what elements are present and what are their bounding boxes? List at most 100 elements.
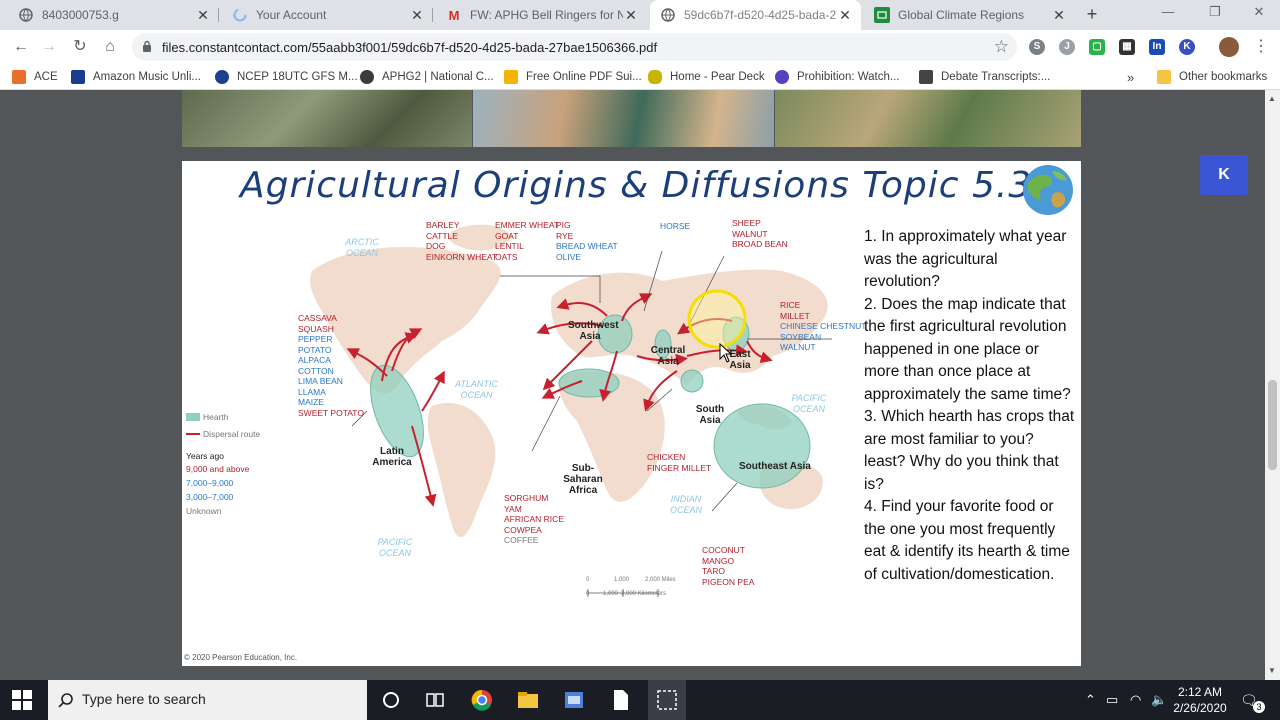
scroll-down-icon[interactable]: ▼: [1268, 666, 1276, 675]
gmail-icon: M: [448, 7, 460, 23]
bookmark-pear-deck[interactable]: Home - Pear Deck: [648, 69, 765, 85]
bookmark-pdf[interactable]: Free Online PDF Sui...: [504, 69, 642, 85]
home-icon[interactable]: ⌂: [101, 38, 119, 56]
windows-start-icon[interactable]: [12, 690, 32, 710]
scrollbar[interactable]: ▲ ▼: [1265, 90, 1280, 680]
document-icon[interactable]: [608, 688, 632, 712]
forward-icon[interactable]: →: [40, 38, 58, 56]
taskbar-search[interactable]: Type here to search: [48, 680, 367, 720]
scale-label: 0: [586, 591, 590, 597]
bookmark-star-icon[interactable]: ☆: [994, 37, 1009, 57]
bookmark-amazon-music[interactable]: Amazon Music Unli...: [71, 69, 201, 85]
back-icon[interactable]: ←: [12, 38, 30, 56]
reload-icon[interactable]: ↻: [71, 38, 89, 56]
chrome-icon[interactable]: [470, 688, 494, 712]
question-list: 1. In approximately what year was the ag…: [864, 226, 1076, 586]
tab-your-account[interactable]: Your Account ✕: [222, 0, 433, 30]
close-icon[interactable]: ✕: [623, 7, 639, 24]
scroll-up-icon[interactable]: ▲: [1268, 94, 1276, 103]
scale-label: 1,000: [614, 577, 630, 583]
region-label: Southwest Asia: [568, 320, 619, 342]
pdf-page: Agricultural Origins & Diffusions Topic …: [182, 161, 1081, 666]
region-label: Southeast Asia: [739, 461, 811, 472]
crop-list-se-asia: COCONUT MANGO TARO PIGEON PEA: [702, 545, 755, 587]
bookmark-label: NCEP 18UTC GFS M...: [237, 71, 358, 83]
active-app-button[interactable]: [648, 680, 686, 720]
amazon-icon: [71, 70, 85, 84]
kami-button[interactable]: K: [1200, 155, 1248, 195]
tab-strip: 8403000753.g ✕ Your Account ✕ M FW: APHG…: [0, 0, 1280, 30]
pdf-viewer[interactable]: Agricultural Origins & Diffusions Topic …: [0, 90, 1265, 680]
question-item: 3. Which hearth has crops that are most …: [864, 408, 1075, 493]
volume-icon[interactable]: 🔈: [1151, 692, 1167, 708]
close-icon[interactable]: ✕: [1051, 7, 1067, 24]
crop-list-africa: SORGHUM YAM AFRICAN RICE COWPEA COFFEE: [504, 493, 564, 545]
bookmark-label: Other bookmarks: [1179, 71, 1268, 83]
bookmark-prohibition[interactable]: Prohibition: Watch...: [775, 69, 899, 85]
scrollbar-thumb[interactable]: [1268, 380, 1277, 470]
folder-icon: [1157, 70, 1171, 84]
aerial-photo: [775, 90, 1081, 147]
search-icon: [58, 693, 73, 708]
bookmark-label: Prohibition: Watch...: [797, 71, 900, 83]
address-bar[interactable]: files.constantcontact.com/55aabb3f001/59…: [132, 33, 1017, 61]
app-grid-icon: [12, 70, 26, 84]
tab-8403000753[interactable]: 8403000753.g ✕: [8, 0, 219, 30]
extension-icon[interactable]: In: [1149, 39, 1165, 55]
scale-label: 2,000 Kilometers: [621, 591, 667, 597]
tab-title: FW: APHG Bell Ringers for Nic: [470, 8, 623, 22]
scale-label: 1,000: [603, 591, 619, 597]
folder-icon: [504, 70, 518, 84]
copyright-text: © 2020 Pearson Education, Inc.: [184, 653, 298, 662]
extension-icon[interactable]: ▢: [1089, 39, 1105, 55]
new-tab-button[interactable]: +: [1082, 5, 1102, 25]
lock-icon: [143, 40, 151, 52]
clock[interactable]: 2:12 AM 2/26/2020: [1170, 684, 1230, 716]
more-bookmarks-icon[interactable]: »: [1127, 69, 1134, 85]
wifi-icon[interactable]: ◠: [1130, 692, 1141, 708]
extension-icon[interactable]: J: [1059, 39, 1075, 55]
clock-time: 2:12 AM: [1177, 685, 1223, 699]
crop-list-east-asia: RICE MILLET CHINESE CHESTNUT SOYBEAN WAL…: [780, 300, 867, 352]
close-icon[interactable]: ✕: [837, 7, 853, 24]
close-icon[interactable]: ✕: [409, 7, 425, 24]
bookmark-label: ACE: [34, 71, 58, 83]
tab-title: Global Climate Regions: [898, 8, 1025, 22]
battery-icon[interactable]: ▭: [1106, 692, 1118, 708]
minimize-icon[interactable]: —: [1156, 4, 1180, 19]
window-close-icon[interactable]: ✕: [1247, 4, 1271, 20]
task-view-icon[interactable]: [423, 688, 447, 712]
bookmark-ncep[interactable]: NCEP 18UTC GFS M...: [215, 69, 358, 85]
file-explorer-icon[interactable]: [516, 688, 540, 712]
chevron-up-icon[interactable]: ⌃: [1085, 692, 1096, 708]
close-icon[interactable]: ✕: [195, 7, 211, 24]
app-icon[interactable]: [562, 688, 586, 712]
avatar[interactable]: [1219, 37, 1239, 57]
tab-title: 8403000753.g: [42, 8, 119, 22]
qr-code-icon[interactable]: ▦: [1119, 39, 1135, 55]
bookmark-aphg2[interactable]: APHG2 | National C...: [360, 69, 494, 85]
restore-icon[interactable]: ❐: [1203, 4, 1227, 20]
aerial-photo: [473, 90, 774, 147]
menu-icon[interactable]: ⋮: [1252, 38, 1270, 56]
cortana-icon[interactable]: [379, 688, 403, 712]
ocean-label: PACIFIC OCEAN: [791, 393, 827, 414]
bookmark-other[interactable]: Other bookmarks: [1157, 69, 1267, 85]
kami-extension-icon[interactable]: K: [1179, 39, 1195, 55]
bookmark-ace[interactable]: ACE: [12, 69, 58, 85]
pear-icon: [648, 70, 662, 84]
search-placeholder: Type here to search: [82, 691, 206, 707]
tab-pdf[interactable]: 59dc6b7f-d520-4d25-bada-27 ✕: [650, 0, 861, 30]
taskbar: Type here to search ⌃ ▭ ◠ 🔈 2:12 AM 2/26…: [0, 680, 1280, 720]
skype-extension-icon[interactable]: S: [1029, 39, 1045, 55]
mouse-pointer-icon: [719, 343, 733, 363]
tab-global-climate[interactable]: Global Climate Regions ✕: [864, 0, 1075, 30]
tab-title: Your Account: [256, 8, 327, 22]
tab-gmail[interactable]: M FW: APHG Bell Ringers for Nic ✕: [436, 0, 647, 30]
bookmark-debate[interactable]: Debate Transcripts:...: [919, 69, 1050, 85]
crop-list-latin-america: CASSAVA SQUASH PEPPER POTATO ALPACA COTT…: [298, 313, 364, 418]
cursor-highlight: [687, 289, 747, 349]
question-item: 4. Find your favorite food or the one yo…: [864, 498, 1070, 583]
bookmark-label: Debate Transcripts:...: [941, 71, 1051, 83]
ocean-label: PACIFIC OCEAN: [377, 537, 413, 558]
